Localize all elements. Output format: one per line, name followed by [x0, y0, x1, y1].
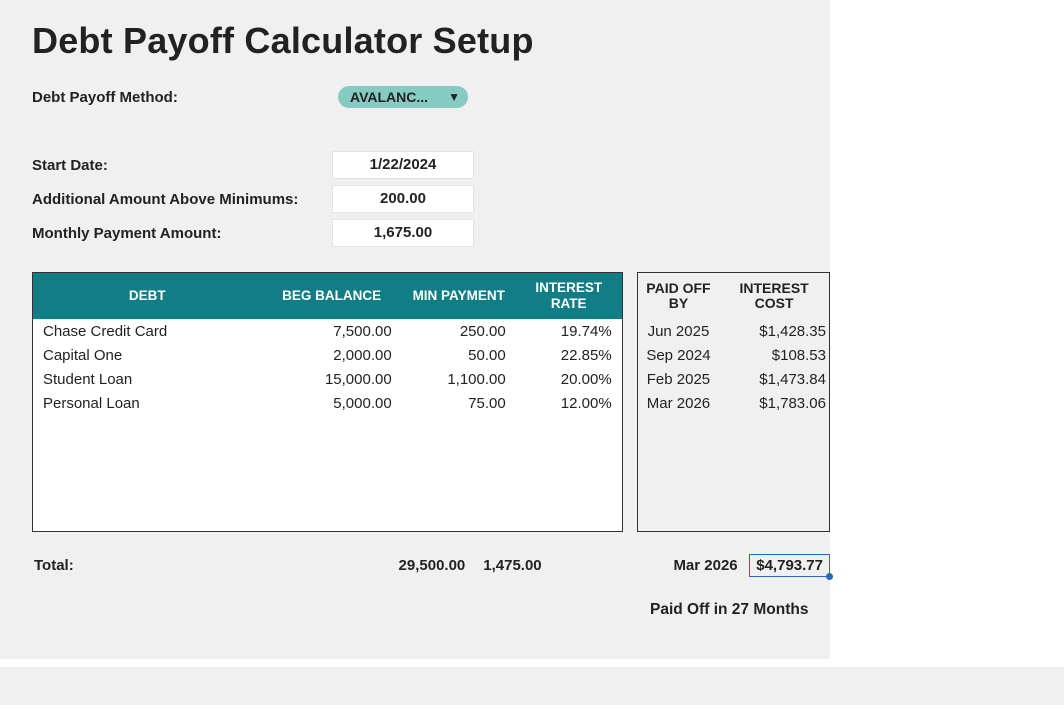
cell-rate[interactable]: 19.74%	[516, 319, 622, 343]
totals-min: 1,475.00	[475, 557, 588, 574]
table-row: Feb 2025$1,473.84	[638, 367, 829, 391]
col-paidoff: PAID OFF BY	[638, 273, 720, 319]
paid-off-note: Paid Off in 27 Months	[650, 601, 830, 619]
cell-balance[interactable]: 7,500.00	[262, 319, 402, 343]
method-dropdown[interactable]: AVALANC... ▼	[338, 86, 468, 108]
additional-amount-input[interactable]: 200.00	[332, 185, 474, 213]
cell-cost: $1,428.35	[719, 319, 829, 343]
cell-debt[interactable]: Student Loan	[33, 367, 262, 391]
config-table: Debt Payoff Method: AVALANC... ▼ Start D…	[32, 80, 474, 250]
cell-paidoff: Sep 2024	[638, 343, 720, 367]
additional-amount-label: Additional Amount Above Minimums:	[32, 182, 332, 216]
results-table: PAID OFF BY INTEREST COST Jun 2025$1,428…	[638, 273, 829, 415]
totals-balance: 29,500.00	[304, 557, 475, 574]
cell-balance[interactable]: 15,000.00	[262, 367, 402, 391]
cell-cost: $108.53	[719, 343, 829, 367]
cell-paidoff: Feb 2025	[638, 367, 720, 391]
totals-row: Total: 29,500.00 1,475.00 Mar 2026 $4,79…	[32, 554, 830, 577]
cell-debt[interactable]: Personal Loan	[33, 391, 262, 415]
totals-cost-cell[interactable]: $4,793.77	[749, 554, 830, 577]
cell-min[interactable]: 250.00	[402, 319, 516, 343]
cell-debt[interactable]: Chase Credit Card	[33, 319, 262, 343]
cell-balance[interactable]: 2,000.00	[262, 343, 402, 367]
cell-min[interactable]: 75.00	[402, 391, 516, 415]
cell-cost: $1,783.06	[719, 391, 829, 415]
table-row[interactable]: Chase Credit Card7,500.00250.0019.74%	[33, 319, 622, 343]
cell-rate[interactable]: 22.85%	[516, 343, 622, 367]
col-min: MIN PAYMENT	[402, 273, 516, 319]
col-rate: INTEREST RATE	[516, 273, 622, 319]
debts-table: DEBT BEG BALANCE MIN PAYMENT INTEREST RA…	[33, 273, 622, 415]
start-date-input[interactable]: 1/22/2024	[332, 151, 474, 179]
totals-cost: $4,793.77	[756, 557, 823, 574]
col-balance: BEG BALANCE	[262, 273, 402, 319]
table-row[interactable]: Personal Loan5,000.0075.0012.00%	[33, 391, 622, 415]
table-row[interactable]: Student Loan15,000.001,100.0020.00%	[33, 367, 622, 391]
start-date-label: Start Date:	[32, 148, 332, 182]
cell-balance[interactable]: 5,000.00	[262, 391, 402, 415]
debts-table-box: DEBT BEG BALANCE MIN PAYMENT INTEREST RA…	[32, 272, 623, 532]
cell-rate[interactable]: 20.00%	[516, 367, 622, 391]
monthly-payment-label: Monthly Payment Amount:	[32, 216, 332, 250]
method-label: Debt Payoff Method:	[32, 80, 332, 114]
col-debt: DEBT	[33, 273, 262, 319]
cell-cost: $1,473.84	[719, 367, 829, 391]
totals-label: Total:	[32, 557, 304, 574]
totals-paidoff: Mar 2026	[662, 557, 749, 574]
fill-handle-icon[interactable]	[826, 573, 833, 580]
table-row[interactable]: Capital One2,000.0050.0022.85%	[33, 343, 622, 367]
cell-min[interactable]: 1,100.00	[402, 367, 516, 391]
table-row: Mar 2026$1,783.06	[638, 391, 829, 415]
chevron-down-icon: ▼	[448, 90, 460, 104]
method-dropdown-value: AVALANC...	[350, 89, 428, 105]
col-cost: INTEREST COST	[719, 273, 829, 319]
monthly-payment-input[interactable]: 1,675.00	[332, 219, 474, 247]
cell-paidoff: Mar 2026	[638, 391, 720, 415]
table-row: Sep 2024$108.53	[638, 343, 829, 367]
debt-payoff-setup: Debt Payoff Calculator Setup Debt Payoff…	[0, 0, 830, 659]
cell-debt[interactable]: Capital One	[33, 343, 262, 367]
cell-min[interactable]: 50.00	[402, 343, 516, 367]
results-table-box: PAID OFF BY INTEREST COST Jun 2025$1,428…	[637, 272, 830, 532]
cell-paidoff: Jun 2025	[638, 319, 720, 343]
table-row: Jun 2025$1,428.35	[638, 319, 829, 343]
page-title: Debt Payoff Calculator Setup	[32, 20, 830, 62]
cell-rate[interactable]: 12.00%	[516, 391, 622, 415]
